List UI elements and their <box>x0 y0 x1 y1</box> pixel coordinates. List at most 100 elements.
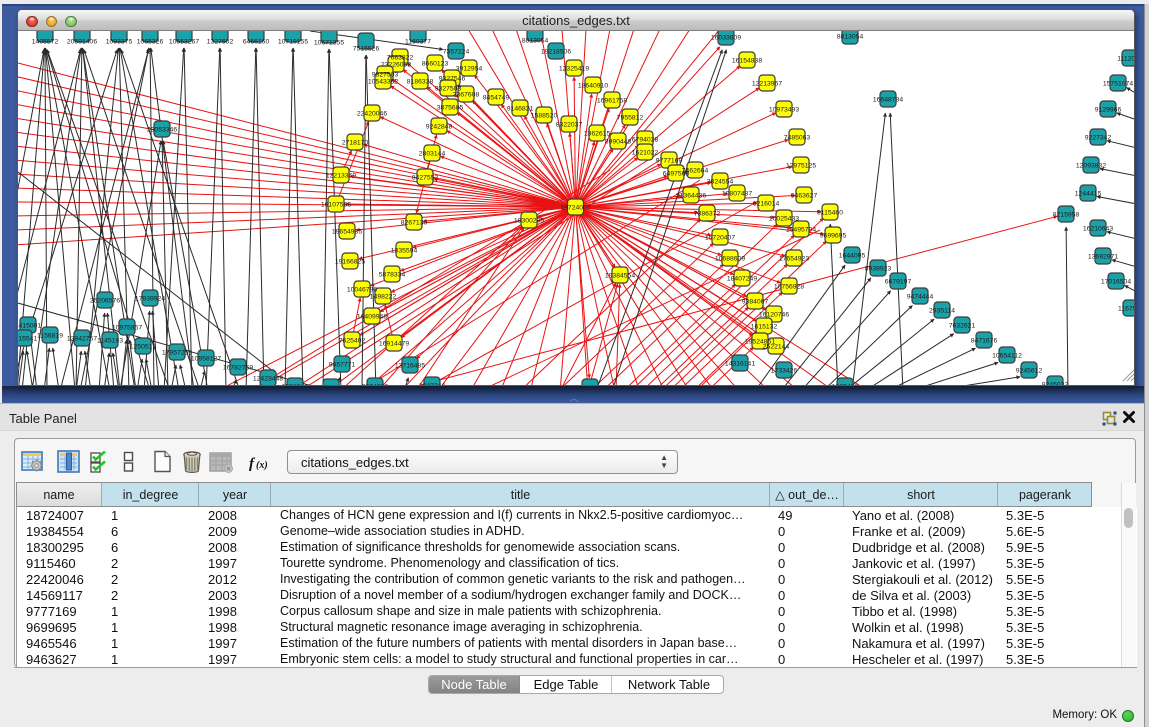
svg-text:17957253: 17957253 <box>162 350 192 357</box>
svg-text:8454749: 8454749 <box>483 95 510 102</box>
svg-text:8813054: 8813054 <box>837 34 864 41</box>
svg-text:1042344: 1042344 <box>419 383 446 386</box>
svg-text:22420046: 22420046 <box>357 111 387 118</box>
svg-text:7625402: 7625402 <box>339 338 366 345</box>
svg-text:2718170: 2718170 <box>342 140 369 147</box>
svg-text:8267130: 8267130 <box>401 220 428 227</box>
svg-text:9474444: 9474444 <box>907 294 934 301</box>
svg-text:19218506: 19218506 <box>541 49 571 56</box>
svg-text:10688609: 10688609 <box>715 256 745 263</box>
svg-text:17016504: 17016504 <box>1101 279 1131 286</box>
svg-text:6794028: 6794028 <box>632 137 659 144</box>
svg-text:12325419: 12325419 <box>559 66 589 73</box>
svg-text:9777169: 9777169 <box>656 158 683 165</box>
svg-text:19654985: 19654985 <box>332 229 362 236</box>
svg-text:3915541: 3915541 <box>18 336 37 343</box>
svg-text:9227342: 9227342 <box>1085 135 1112 142</box>
svg-text:9146821: 9146821 <box>507 106 534 113</box>
svg-text:1167534: 1167534 <box>1118 306 1134 313</box>
svg-text:6216014: 6216014 <box>753 201 780 208</box>
svg-text:3824554: 3824554 <box>707 179 734 186</box>
svg-text:2522144: 2522144 <box>763 344 790 351</box>
svg-text:12423448: 12423448 <box>253 376 283 383</box>
svg-text:1173542: 1173542 <box>577 385 603 386</box>
svg-text:16782759: 16782759 <box>223 365 253 372</box>
svg-text:1145193: 1145193 <box>97 338 123 345</box>
svg-text:19166825: 19166825 <box>335 259 365 266</box>
svg-text:1405572: 1405572 <box>32 39 59 46</box>
svg-text:2935114: 2935114 <box>929 308 955 315</box>
svg-text:6679197: 6679197 <box>885 279 912 286</box>
svg-text:1065326: 1065326 <box>137 39 164 46</box>
svg-text:14316141: 14316141 <box>725 361 755 368</box>
svg-text:3912954: 3912954 <box>456 66 483 73</box>
svg-text:9129966: 9129966 <box>1095 107 1122 114</box>
svg-text:18407249: 18407249 <box>727 276 757 283</box>
svg-text:9242848: 9242848 <box>426 124 453 131</box>
svg-text:9115460: 9115460 <box>817 210 843 217</box>
svg-text:17939924: 17939924 <box>135 296 165 303</box>
svg-text:16154838: 16154838 <box>732 58 762 65</box>
svg-text:16033809: 16033809 <box>711 35 741 42</box>
svg-text:7515526: 7515526 <box>353 46 380 53</box>
svg-text:12942757: 12942757 <box>67 336 97 343</box>
svg-text:1501542: 1501542 <box>282 384 309 386</box>
svg-text:8938923: 8938923 <box>865 266 892 273</box>
svg-text:18640910: 18640910 <box>578 83 608 90</box>
svg-text:5878334: 5878334 <box>379 272 406 279</box>
svg-text:10046786: 10046786 <box>347 287 377 294</box>
svg-text:10654112: 10654112 <box>992 353 1022 360</box>
svg-text:6466160: 6466160 <box>243 39 270 46</box>
svg-text:15720407: 15720407 <box>705 235 735 242</box>
svg-text:8813054: 8813054 <box>522 38 549 45</box>
svg-text:16961758: 16961758 <box>597 98 627 105</box>
svg-text:16648784: 16648784 <box>873 97 903 104</box>
svg-text:12213967: 12213967 <box>752 81 782 88</box>
svg-text:8990448: 8990448 <box>605 139 632 146</box>
svg-text:(x): (x) <box>256 460 268 471</box>
svg-text:9384067: 9384067 <box>742 299 769 306</box>
svg-text:f: f <box>249 456 256 472</box>
svg-text:9024502: 9024502 <box>318 385 345 386</box>
svg-text:8215958: 8215958 <box>1053 212 1080 219</box>
svg-text:9463627: 9463627 <box>791 193 818 200</box>
svg-text:9245032: 9245032 <box>1042 382 1069 386</box>
svg-text:19384554: 19384554 <box>605 273 635 280</box>
svg-text:16210643: 16210643 <box>1083 226 1113 233</box>
svg-text:2803144: 2803144 <box>419 151 446 158</box>
svg-text:12975125: 12975125 <box>786 163 816 170</box>
svg-text:7462664: 7462664 <box>682 168 709 175</box>
svg-text:9327546: 9327546 <box>439 76 466 83</box>
svg-text:9699695: 9699695 <box>820 233 847 240</box>
svg-text:8322037: 8322037 <box>556 122 583 129</box>
svg-text:8660123: 8660123 <box>422 61 449 68</box>
svg-text:16120746: 16120746 <box>759 312 789 319</box>
svg-text:1065408: 1065408 <box>832 384 859 386</box>
svg-text:10025433: 10025433 <box>769 216 799 223</box>
svg-text:16409948: 16409948 <box>357 314 387 321</box>
svg-text:1588520: 1588520 <box>531 113 558 120</box>
svg-text:10719155: 10719155 <box>278 39 308 46</box>
svg-text:7632621: 7632621 <box>949 323 976 330</box>
svg-text:1244415: 1244415 <box>1075 191 1102 198</box>
svg-text:1621022: 1621022 <box>632 150 659 157</box>
svg-text:16914479: 16914479 <box>379 341 409 348</box>
svg-text:8204052: 8204052 <box>362 384 389 386</box>
svg-text:7663822: 7663822 <box>387 55 414 62</box>
svg-text:18724007: 18724007 <box>560 205 590 212</box>
svg-text:1093375: 1093375 <box>106 39 133 46</box>
svg-text:3875685: 3875685 <box>437 105 464 112</box>
svg-text:10958127: 10958127 <box>191 356 221 363</box>
svg-text:12093832: 12093832 <box>1076 163 1106 170</box>
svg-text:1250515: 1250515 <box>130 344 157 351</box>
svg-text:1644095: 1644095 <box>839 253 866 260</box>
svg-text:1327602: 1327602 <box>207 39 234 46</box>
svg-text:10653267: 10653267 <box>169 39 199 46</box>
svg-text:1160377: 1160377 <box>405 39 431 46</box>
svg-text:1498222: 1498222 <box>370 294 397 301</box>
svg-text:9827503: 9827503 <box>372 72 399 79</box>
svg-text:1335594: 1335594 <box>391 248 418 255</box>
svg-text:10975857: 10975857 <box>112 325 142 332</box>
svg-text:2367608: 2367608 <box>453 92 480 99</box>
svg-text:15751074: 15751074 <box>1103 81 1133 88</box>
